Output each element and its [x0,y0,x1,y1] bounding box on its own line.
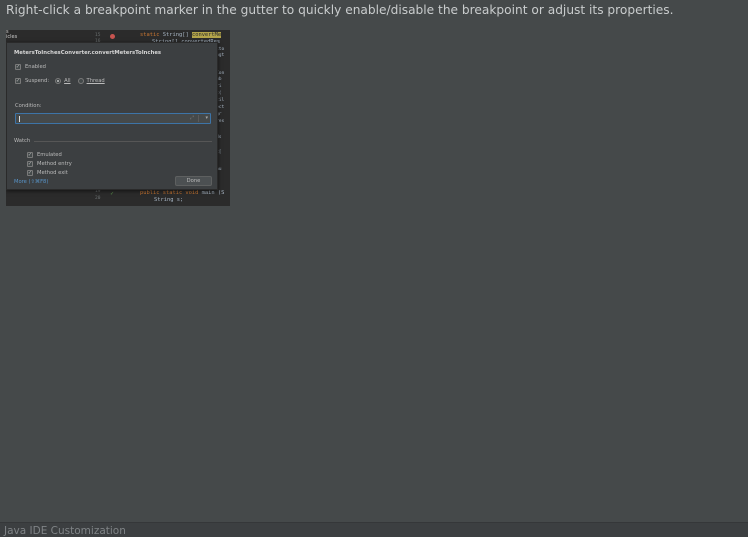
chevron-down-icon[interactable]: ▾ [205,115,208,121]
enabled-checkbox[interactable]: ✓ Enabled [15,64,46,70]
more-link[interactable]: More (⇧⌘F8) [14,179,48,185]
breakpoint-marker-icon[interactable] [110,34,115,39]
suspend-all-radio[interactable] [55,78,62,84]
footer-bar: Java IDE Customization [0,522,748,537]
enabled-label: Enabled [25,64,46,70]
emulated-label: Emulated [37,152,62,158]
code-keyword: public static void [140,190,199,196]
radio-dot [56,79,60,83]
suspend-all-label: All [64,78,71,84]
emulated-checkbox[interactable]: ✓ Emulated [27,152,62,158]
suspend-label: Suspend: [25,78,50,84]
dropdown-divider [198,115,199,122]
line-number: 15 [95,33,101,38]
dialog-title: MetersToInchesConverter.convertMetersToI… [14,50,162,56]
watch-section-label: Watch [14,138,31,144]
done-button[interactable]: Done [175,176,212,186]
check-icon: ✓ [110,191,115,197]
tip-text: Right-click a breakpoint marker in the g… [6,3,674,17]
check-icon: ✓ [27,161,33,167]
code-line: String s; [154,197,184,203]
suspend-row: ✓ Suspend: All Thread [15,78,105,84]
condition-input[interactable]: ⤢ ▾ [15,113,211,124]
footer-title: Java IDE Customization [4,525,126,537]
project-panel-text-2: icles [6,34,18,40]
code-line: public static void main (S [140,190,224,196]
method-entry-checkbox[interactable]: ✓ Method entry [27,161,72,167]
check-icon: ✓ [15,64,21,70]
code-line: static String[] convertMe [140,32,222,38]
code-keyword: static [140,32,160,38]
suspend-thread-radio[interactable] [77,78,84,84]
method-entry-label: Method entry [37,161,72,167]
ide-screenshot: s icles 15 16 19 20 ✓ static String[] co… [6,30,230,206]
code-method-highlight: convertMe [191,32,222,38]
method-exit-label: Method exit [37,170,68,176]
text-caret [19,116,20,122]
suspend-thread-label: Thread [86,78,105,84]
breakpoint-properties-dialog: MetersToInchesConverter.convertMetersToI… [6,42,218,190]
code-text: String[] [159,32,192,38]
suspend-checkbox[interactable]: ✓ [15,78,21,84]
code-text: main (S [198,190,225,196]
method-exit-checkbox[interactable]: ✓ Method exit [27,170,68,176]
expand-icon[interactable]: ⤢ [190,115,194,121]
check-icon: ✓ [27,152,33,158]
condition-label: Condition: [15,103,42,109]
check-icon: ✓ [27,170,33,176]
line-number: 20 [95,196,101,201]
watch-divider [34,141,212,142]
